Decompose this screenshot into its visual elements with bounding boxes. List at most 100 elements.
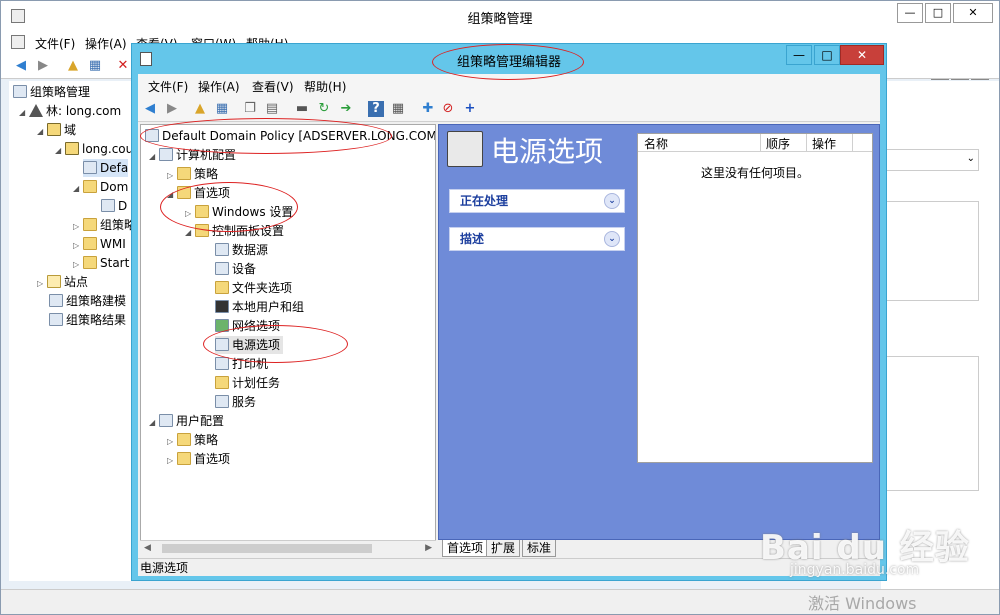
tree-item-power-options[interactable]: 电源选项 — [215, 336, 284, 354]
scrollbar-thumb[interactable] — [162, 544, 372, 553]
gpme-menu-file[interactable]: 文件(F) — [148, 78, 188, 95]
tab-standard[interactable]: 标准 — [522, 540, 557, 557]
gpmc-menu-file[interactable]: 文件(F) — [35, 35, 75, 52]
collapse-arrow-icon[interactable]: ▷ — [73, 237, 83, 255]
tree-item-preferences[interactable]: ◢ 首选项 — [167, 184, 230, 202]
show-hide-tree-icon[interactable]: ▦ — [87, 58, 103, 74]
expand-arrow-icon[interactable]: ◢ — [167, 186, 177, 204]
new-item-icon[interactable]: ✚ — [420, 101, 436, 117]
tree-item-default-policy[interactable]: Defa — [83, 159, 129, 177]
tree-item-forest[interactable]: ◢ 林: long.com — [19, 102, 121, 120]
refresh-icon[interactable]: ↻ — [316, 101, 332, 117]
collapse-arrow-icon[interactable]: ▷ — [73, 218, 83, 236]
chevron-down-icon[interactable]: ⌄ — [604, 193, 620, 209]
gpme-menu-view[interactable]: 查看(V) — [252, 78, 294, 95]
tree-item-local-users-groups[interactable]: 本地用户和组 — [215, 298, 304, 316]
gpme-maximize-button[interactable]: □ — [814, 45, 840, 65]
task-description[interactable]: 描述 ⌄ — [449, 227, 625, 251]
tree-item-domain-controllers[interactable]: ◢ Dom — [73, 178, 128, 196]
forward-icon[interactable]: ▶ — [164, 101, 180, 117]
tree-item-gpo-objects[interactable]: ▷ 组策略 — [73, 216, 134, 234]
expand-arrow-icon[interactable]: ◢ — [149, 414, 159, 432]
folder-icon — [195, 205, 209, 218]
gpmc-menu-action[interactable]: 操作(A) — [85, 35, 127, 52]
column-action[interactable]: 操作 — [812, 135, 836, 152]
modeling-icon — [49, 294, 63, 307]
collapse-arrow-icon[interactable]: ▷ — [167, 433, 177, 451]
expand-arrow-icon[interactable]: ◢ — [73, 180, 83, 198]
tree-item-gpmc[interactable]: 组策略管理 — [13, 83, 90, 101]
gpmc-close-button[interactable]: ✕ — [953, 3, 993, 23]
tree-item-user-config[interactable]: ◢ 用户配置 — [149, 412, 224, 430]
back-icon[interactable]: ◀ — [13, 58, 29, 74]
properties-icon[interactable]: ▦ — [390, 101, 406, 117]
tree-item-starter[interactable]: ▷ Start — [73, 254, 129, 272]
tree-item-control-panel[interactable]: ◢ 控制面板设置 — [185, 222, 284, 240]
tree-item-network-options[interactable]: 网络选项 — [215, 317, 280, 335]
export-icon[interactable]: ➔ — [338, 101, 354, 117]
expand-arrow-icon[interactable]: ◢ — [185, 224, 195, 242]
delete-icon[interactable]: ✕ — [115, 58, 131, 74]
tree-horizontal-scrollbar[interactable]: ◀ ▶ — [140, 540, 436, 556]
tab-preferences[interactable]: 首选项 — [442, 540, 489, 557]
gpme-close-button[interactable]: ✕ — [840, 45, 884, 65]
tree-item-windows-settings[interactable]: ▷ Windows 设置 — [185, 203, 293, 221]
column-order[interactable]: 顺序 — [766, 135, 790, 152]
tree-item-scheduled-tasks[interactable]: 计划任务 — [215, 374, 280, 392]
tree-item-wmi[interactable]: ▷ WMI — [73, 235, 126, 253]
gpme-menu-action[interactable]: 操作(A) — [198, 78, 240, 95]
tree-item-devices[interactable]: 设备 — [215, 260, 256, 278]
collapse-arrow-icon[interactable]: ▷ — [73, 256, 83, 274]
tree-item-results[interactable]: 组策略结果 — [49, 311, 126, 329]
gpme-titlebar[interactable]: 组策略管理编辑器 — □ ✕ — [132, 44, 886, 74]
scroll-right-icon[interactable]: ▶ — [425, 543, 432, 553]
column-name[interactable]: 名称 — [644, 135, 668, 152]
tree-item-sites[interactable]: ▷ 站点 — [37, 273, 88, 291]
collapse-arrow-icon[interactable]: ▷ — [167, 167, 177, 185]
items-list: 名称 顺序 操作 这里没有任何项目。 — [637, 133, 873, 463]
gpmc-maximize-button[interactable]: □ — [925, 3, 951, 23]
tree-item-services[interactable]: 服务 — [215, 393, 256, 411]
tree-item-user-preferences[interactable]: ▷ 首选项 — [167, 450, 230, 468]
collapse-arrow-icon[interactable]: ▷ — [185, 205, 195, 223]
tree-item-modeling[interactable]: 组策略建模 — [49, 292, 126, 310]
tree-item-folder-options[interactable]: 文件夹选项 — [215, 279, 292, 297]
tree-item-default-domain-policy[interactable]: Default Domain Policy [ADSERVER.LONG.COM… — [145, 127, 435, 145]
collapse-arrow-icon[interactable]: ▷ — [37, 275, 47, 293]
tree-item-printers[interactable]: 打印机 — [215, 355, 268, 373]
chevron-down-icon[interactable]: ⌄ — [604, 231, 620, 247]
gpme-window: 组策略管理编辑器 — □ ✕ 文件(F) 操作(A) 查看(V) 帮助(H) ◀… — [131, 43, 887, 581]
back-icon[interactable]: ◀ — [142, 101, 158, 117]
tree-item-computer-config[interactable]: ◢ 计算机配置 — [149, 146, 236, 164]
tree-item-policies[interactable]: ▷ 策略 — [167, 165, 218, 183]
expand-arrow-icon[interactable]: ◢ — [149, 148, 159, 166]
collapse-arrow-icon[interactable]: ▷ — [167, 452, 177, 470]
stop-icon[interactable]: ⊘ — [440, 101, 456, 117]
up-folder-icon[interactable]: ▲ — [192, 101, 208, 117]
tree-item-data-sources[interactable]: 数据源 — [215, 241, 268, 259]
copy-icon[interactable]: ❐ — [242, 101, 258, 117]
paste-icon[interactable]: ▤ — [264, 101, 280, 117]
help-icon[interactable]: ? — [368, 101, 384, 117]
add-icon[interactable]: + — [462, 101, 478, 117]
tree-item-long-com[interactable]: ◢ long.cou — [55, 140, 133, 158]
tree-item-domains[interactable]: ◢ 域 — [37, 121, 76, 139]
expand-arrow-icon[interactable]: ◢ — [55, 142, 65, 160]
expand-arrow-icon[interactable]: ◢ — [19, 104, 29, 122]
task-processing[interactable]: 正在处理 ⌄ — [449, 189, 625, 213]
up-folder-icon[interactable]: ▲ — [65, 58, 81, 74]
gpmc-minimize-button[interactable]: — — [897, 3, 923, 23]
forest-icon — [29, 104, 43, 117]
show-hide-tree-icon[interactable]: ▦ — [214, 101, 230, 117]
gpmc-dropdown[interactable]: ⌄ — [881, 149, 979, 171]
gpme-minimize-button[interactable]: — — [786, 45, 812, 65]
gpme-menu-help[interactable]: 帮助(H) — [304, 78, 346, 95]
tab-extended[interactable]: 扩展 — [486, 540, 521, 557]
gpmc-titlebar[interactable]: 组策略管理 — □ ✕ — [1, 1, 999, 31]
expand-arrow-icon[interactable]: ◢ — [37, 123, 47, 141]
tree-item-user-policies[interactable]: ▷ 策略 — [167, 431, 218, 449]
tree-item-dc-policy[interactable]: D — [101, 197, 127, 215]
scroll-left-icon[interactable]: ◀ — [144, 543, 151, 553]
forward-icon[interactable]: ▶ — [35, 58, 51, 74]
print-icon[interactable]: ▬ — [294, 101, 310, 117]
